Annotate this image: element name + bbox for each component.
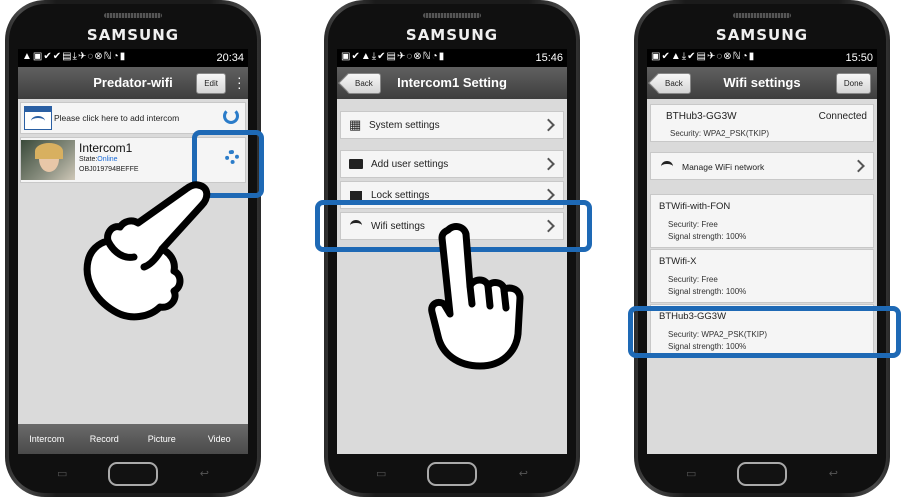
- brand-logo: SAMSUNG: [405, 26, 499, 44]
- home-button[interactable]: [427, 462, 477, 486]
- network-ssid: BTWifi-X: [659, 256, 697, 267]
- menu-key-icon[interactable]: ▭: [376, 467, 386, 480]
- speaker-grille: [104, 13, 162, 18]
- settings-item-add-user[interactable]: Add user settings: [340, 150, 564, 178]
- speaker-grille: [733, 13, 791, 18]
- status-icons: ▣✔▲⤓✔▤✈◌⊗ℕ◔▮: [341, 51, 446, 62]
- grid-icon: ▦: [349, 117, 362, 132]
- network-signal: Signal strength: 100%: [668, 232, 747, 241]
- chevron-right-icon: [852, 159, 865, 173]
- network-highlight-frame: [628, 306, 901, 358]
- lock-icon: [350, 191, 362, 200]
- phone-3: SAMSUNG ▣✔▲⤓✔▤✈◌⊗ℕ◔▮ 15:50 Back Wifi set…: [634, 0, 890, 497]
- intercom-thumbnail: [21, 140, 75, 180]
- wifi-icon: [661, 161, 673, 172]
- state-label: State:: [79, 156, 98, 163]
- back-key-icon[interactable]: ↩: [200, 467, 209, 480]
- tab-record[interactable]: Record: [76, 424, 134, 454]
- menu-key-icon[interactable]: ▭: [686, 467, 696, 480]
- network-security: Security: Free: [668, 220, 718, 229]
- add-intercom-label: Please click here to add intercom: [54, 113, 180, 123]
- speaker-grille: [423, 13, 481, 18]
- refresh-icon[interactable]: [223, 108, 239, 124]
- status-icons: ▣✔▲⤓✔▤✈◌⊗ℕ◔▮: [651, 51, 756, 62]
- tab-intercom[interactable]: Intercom: [18, 424, 76, 454]
- home-button[interactable]: [737, 462, 787, 486]
- network-security: Security: Free: [668, 275, 718, 284]
- pointing-hand-icon: [428, 223, 524, 370]
- network-ssid: BTWifi-with-FON: [659, 201, 731, 212]
- back-key-icon[interactable]: ↩: [829, 467, 838, 480]
- menu-key-icon[interactable]: ▭: [57, 467, 67, 480]
- app-title-bar: Back Intercom1 Setting: [337, 67, 567, 99]
- pointing-hand-icon: [83, 181, 211, 321]
- manage-wifi-label: Manage WiFi network: [682, 162, 765, 172]
- network-list-item[interactable]: BTWifi-with-FON Security: Free Signal st…: [650, 194, 874, 248]
- tab-video[interactable]: Video: [191, 424, 249, 454]
- manage-wifi-row[interactable]: Manage WiFi network: [650, 152, 874, 180]
- app-title-bar: Back Wifi settings Done: [647, 67, 877, 99]
- intercom-name: Intercom1: [79, 141, 133, 155]
- network-list-item[interactable]: BTWifi-X Security: Free Signal strength:…: [650, 249, 874, 303]
- settings-item-label: Add user settings: [371, 159, 449, 170]
- status-time: 15:46: [535, 52, 563, 64]
- bottom-tab-bar: Intercom Record Picture Video: [18, 424, 248, 454]
- overflow-menu-icon[interactable]: · · ·: [237, 70, 242, 94]
- status-bar: ▣✔▲⤓✔▤✈◌⊗ℕ◔▮ 15:46: [337, 49, 567, 67]
- current-ssid: BTHub3-GG3W: [666, 111, 737, 122]
- chevron-right-icon: [542, 157, 555, 171]
- status-bar: ▣✔▲⤓✔▤✈◌⊗ℕ◔▮ 15:50: [647, 49, 877, 67]
- card-icon: [349, 159, 363, 169]
- status-time: 20:34: [216, 52, 244, 64]
- current-network-card: BTHub3-GG3W Connected Security: WPA2_PSK…: [650, 104, 874, 142]
- connection-status: Connected: [818, 111, 867, 122]
- home-button[interactable]: [108, 462, 158, 486]
- brand-logo: SAMSUNG: [86, 26, 180, 44]
- app-title-bar: Predator-wifi Edit · · ·: [18, 67, 248, 99]
- state-value: Online: [97, 156, 118, 163]
- done-button[interactable]: Done: [835, 73, 871, 94]
- network-signal: Signal strength: 100%: [668, 287, 747, 296]
- intercom-id: OBJ019794BEFFE: [79, 166, 139, 173]
- phone-3-screen: ▣✔▲⤓✔▤✈◌⊗ℕ◔▮ 15:50 Back Wifi settings Do…: [647, 49, 877, 454]
- status-bar: ▲▣✔✔▤⤓✈◌⊗ℕ◔▮ 20:34: [18, 49, 248, 67]
- status-time: 15:50: [845, 52, 873, 64]
- brand-logo: SAMSUNG: [715, 26, 809, 44]
- settings-item-label: System settings: [369, 120, 440, 131]
- app-title: Intercom1 Setting: [397, 75, 507, 90]
- back-key-icon[interactable]: ↩: [519, 467, 528, 480]
- tab-picture[interactable]: Picture: [133, 424, 191, 454]
- settings-item-system[interactable]: ▦ System settings: [340, 111, 564, 139]
- edit-button[interactable]: Edit: [196, 73, 226, 94]
- current-security: Security: WPA2_PSK(TKIP): [670, 129, 769, 138]
- chevron-right-icon: [542, 118, 555, 132]
- intercom-device-icon: [24, 106, 52, 130]
- status-icons: ▲▣✔✔▤⤓✈◌⊗ℕ◔▮: [22, 51, 127, 62]
